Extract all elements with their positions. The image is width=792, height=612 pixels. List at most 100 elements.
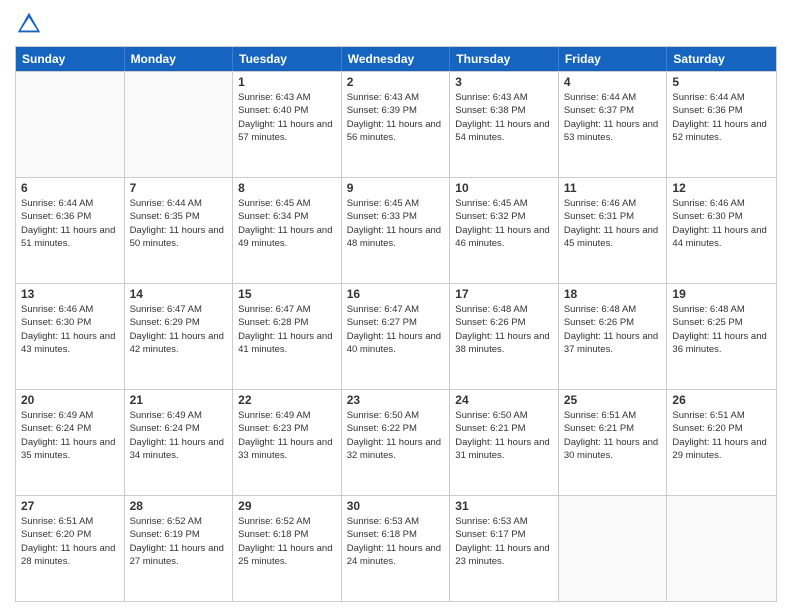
day-number: 21 [130,393,228,407]
sunset-text: Sunset: 6:37 PM [564,104,662,117]
calendar-cell-7: 7Sunrise: 6:44 AMSunset: 6:35 PMDaylight… [125,178,234,283]
daylight-text: Daylight: 11 hours and 41 minutes. [238,330,336,357]
sunrise-text: Sunrise: 6:46 AM [672,197,771,210]
sunrise-text: Sunrise: 6:46 AM [564,197,662,210]
sunset-text: Sunset: 6:30 PM [21,316,119,329]
calendar-cell-11: 11Sunrise: 6:46 AMSunset: 6:31 PMDayligh… [559,178,668,283]
day-number: 27 [21,499,119,513]
calendar-row-1: 6Sunrise: 6:44 AMSunset: 6:36 PMDaylight… [16,177,776,283]
weekday-header-saturday: Saturday [667,47,776,71]
sunset-text: Sunset: 6:21 PM [455,422,553,435]
daylight-text: Daylight: 11 hours and 56 minutes. [347,118,445,145]
calendar-cell-20: 20Sunrise: 6:49 AMSunset: 6:24 PMDayligh… [16,390,125,495]
calendar-cell-4: 4Sunrise: 6:44 AMSunset: 6:37 PMDaylight… [559,72,668,177]
sunset-text: Sunset: 6:36 PM [21,210,119,223]
day-number: 14 [130,287,228,301]
sunset-text: Sunset: 6:26 PM [455,316,553,329]
day-number: 26 [672,393,771,407]
calendar-cell-14: 14Sunrise: 6:47 AMSunset: 6:29 PMDayligh… [125,284,234,389]
sunrise-text: Sunrise: 6:44 AM [130,197,228,210]
calendar-cell-3: 3 Sunrise: 6:43 AMSunset: 6:38 PMDaylight… [450,72,559,177]
calendar-cell-8: 8Sunrise: 6:45 AMSunset: 6:34 PMDaylight… [233,178,342,283]
sunrise-text: Sunrise: 6:47 AM [130,303,228,316]
sunset-text: Sunset: 6:33 PM [347,210,445,223]
calendar-cell-18: 18 Sunrise: 6:48 AMSunset: 6:26 PMDayligh… [559,284,668,389]
sunrise-text: Sunrise: 6:47 AM [347,303,445,316]
sunset-text: Sunset: 6:24 PM [130,422,228,435]
sunrise-text: Sunrise: 6:45 AM [347,197,445,210]
calendar-cell-30: 30Sunrise: 6:53 AMSunset: 6:18 PMDayligh… [342,496,451,601]
page: SundayMondayTuesdayWednesdayThursdayFrid… [0,0,792,612]
day-number: 24 [455,393,553,407]
sunrise-text: Sunrise: 6:48 AM [564,303,662,316]
daylight-text: Daylight: 11 hours and 46 minutes. [455,224,553,251]
daylight-text: Daylight: 11 hours and 43 minutes. [21,330,119,357]
calendar-cell-23: 23Sunrise: 6:50 AMSunset: 6:22 PMDayligh… [342,390,451,495]
sunrise-text: Sunrise: 6:52 AM [238,515,336,528]
sunrise-text: Sunrise: 6:43 AM [455,91,553,104]
daylight-text: Daylight: 11 hours and 27 minutes. [130,542,228,569]
daylight-text: Daylight: 11 hours and 37 minutes. [564,330,662,357]
sunset-text: Sunset: 6:36 PM [672,104,771,117]
sunrise-text: Sunrise: 6:53 AM [455,515,553,528]
calendar-header: SundayMondayTuesdayWednesdayThursdayFrid… [16,47,776,71]
daylight-text: Daylight: 11 hours and 31 minutes. [455,436,553,463]
calendar-cell-empty [16,72,125,177]
calendar-row-4: 27Sunrise: 6:51 AMSunset: 6:20 PMDayligh… [16,495,776,601]
daylight-text: Daylight: 11 hours and 53 minutes. [564,118,662,145]
day-number: 28 [130,499,228,513]
sunset-text: Sunset: 6:39 PM [347,104,445,117]
sunrise-text: Sunrise: 6:49 AM [130,409,228,422]
day-number: 18 [564,287,662,301]
daylight-text: Daylight: 11 hours and 23 minutes. [455,542,553,569]
sunset-text: Sunset: 6:26 PM [564,316,662,329]
sunrise-text: Sunrise: 6:44 AM [564,91,662,104]
sunrise-text: Sunrise: 6:43 AM [238,91,336,104]
sunset-text: Sunset: 6:28 PM [238,316,336,329]
calendar-cell-24: 24Sunrise: 6:50 AMSunset: 6:21 PMDayligh… [450,390,559,495]
day-number: 5 [672,75,771,89]
sunset-text: Sunset: 6:38 PM [455,104,553,117]
weekday-header-thursday: Thursday [450,47,559,71]
day-number: 25 [564,393,662,407]
daylight-text: Daylight: 11 hours and 42 minutes. [130,330,228,357]
sunrise-text: Sunrise: 6:46 AM [21,303,119,316]
sunset-text: Sunset: 6:20 PM [672,422,771,435]
day-number: 17 [455,287,553,301]
day-number: 10 [455,181,553,195]
daylight-text: Daylight: 11 hours and 54 minutes. [455,118,553,145]
day-number: 1 [238,75,336,89]
sunrise-text: Sunrise: 6:43 AM [347,91,445,104]
sunrise-text: Sunrise: 6:48 AM [455,303,553,316]
calendar-row-0: 1Sunrise: 6:43 AMSunset: 6:40 PMDaylight… [16,71,776,177]
calendar-cell-6: 6Sunrise: 6:44 AMSunset: 6:36 PMDaylight… [16,178,125,283]
weekday-header-wednesday: Wednesday [342,47,451,71]
sunrise-text: Sunrise: 6:45 AM [238,197,336,210]
sunset-text: Sunset: 6:20 PM [21,528,119,541]
daylight-text: Daylight: 11 hours and 24 minutes. [347,542,445,569]
calendar-cell-empty [667,496,776,601]
day-number: 3 [455,75,553,89]
sunset-text: Sunset: 6:24 PM [21,422,119,435]
header [15,10,777,38]
daylight-text: Daylight: 11 hours and 49 minutes. [238,224,336,251]
sunrise-text: Sunrise: 6:50 AM [347,409,445,422]
sunset-text: Sunset: 6:22 PM [347,422,445,435]
calendar-cell-31: 31Sunrise: 6:53 AMSunset: 6:17 PMDayligh… [450,496,559,601]
sunset-text: Sunset: 6:32 PM [455,210,553,223]
weekday-header-tuesday: Tuesday [233,47,342,71]
day-number: 23 [347,393,445,407]
daylight-text: Daylight: 11 hours and 51 minutes. [21,224,119,251]
daylight-text: Daylight: 11 hours and 38 minutes. [455,330,553,357]
day-number: 6 [21,181,119,195]
sunrise-text: Sunrise: 6:51 AM [672,409,771,422]
weekday-header-friday: Friday [559,47,668,71]
calendar-cell-29: 29Sunrise: 6:52 AMSunset: 6:18 PMDayligh… [233,496,342,601]
calendar-cell-17: 17 Sunrise: 6:48 AMSunset: 6:26 PMDayligh… [450,284,559,389]
day-number: 8 [238,181,336,195]
day-number: 20 [21,393,119,407]
sunset-text: Sunset: 6:21 PM [564,422,662,435]
daylight-text: Daylight: 11 hours and 52 minutes. [672,118,771,145]
calendar-cell-26: 26Sunrise: 6:51 AMSunset: 6:20 PMDayligh… [667,390,776,495]
calendar-cell-21: 21Sunrise: 6:49 AMSunset: 6:24 PMDayligh… [125,390,234,495]
